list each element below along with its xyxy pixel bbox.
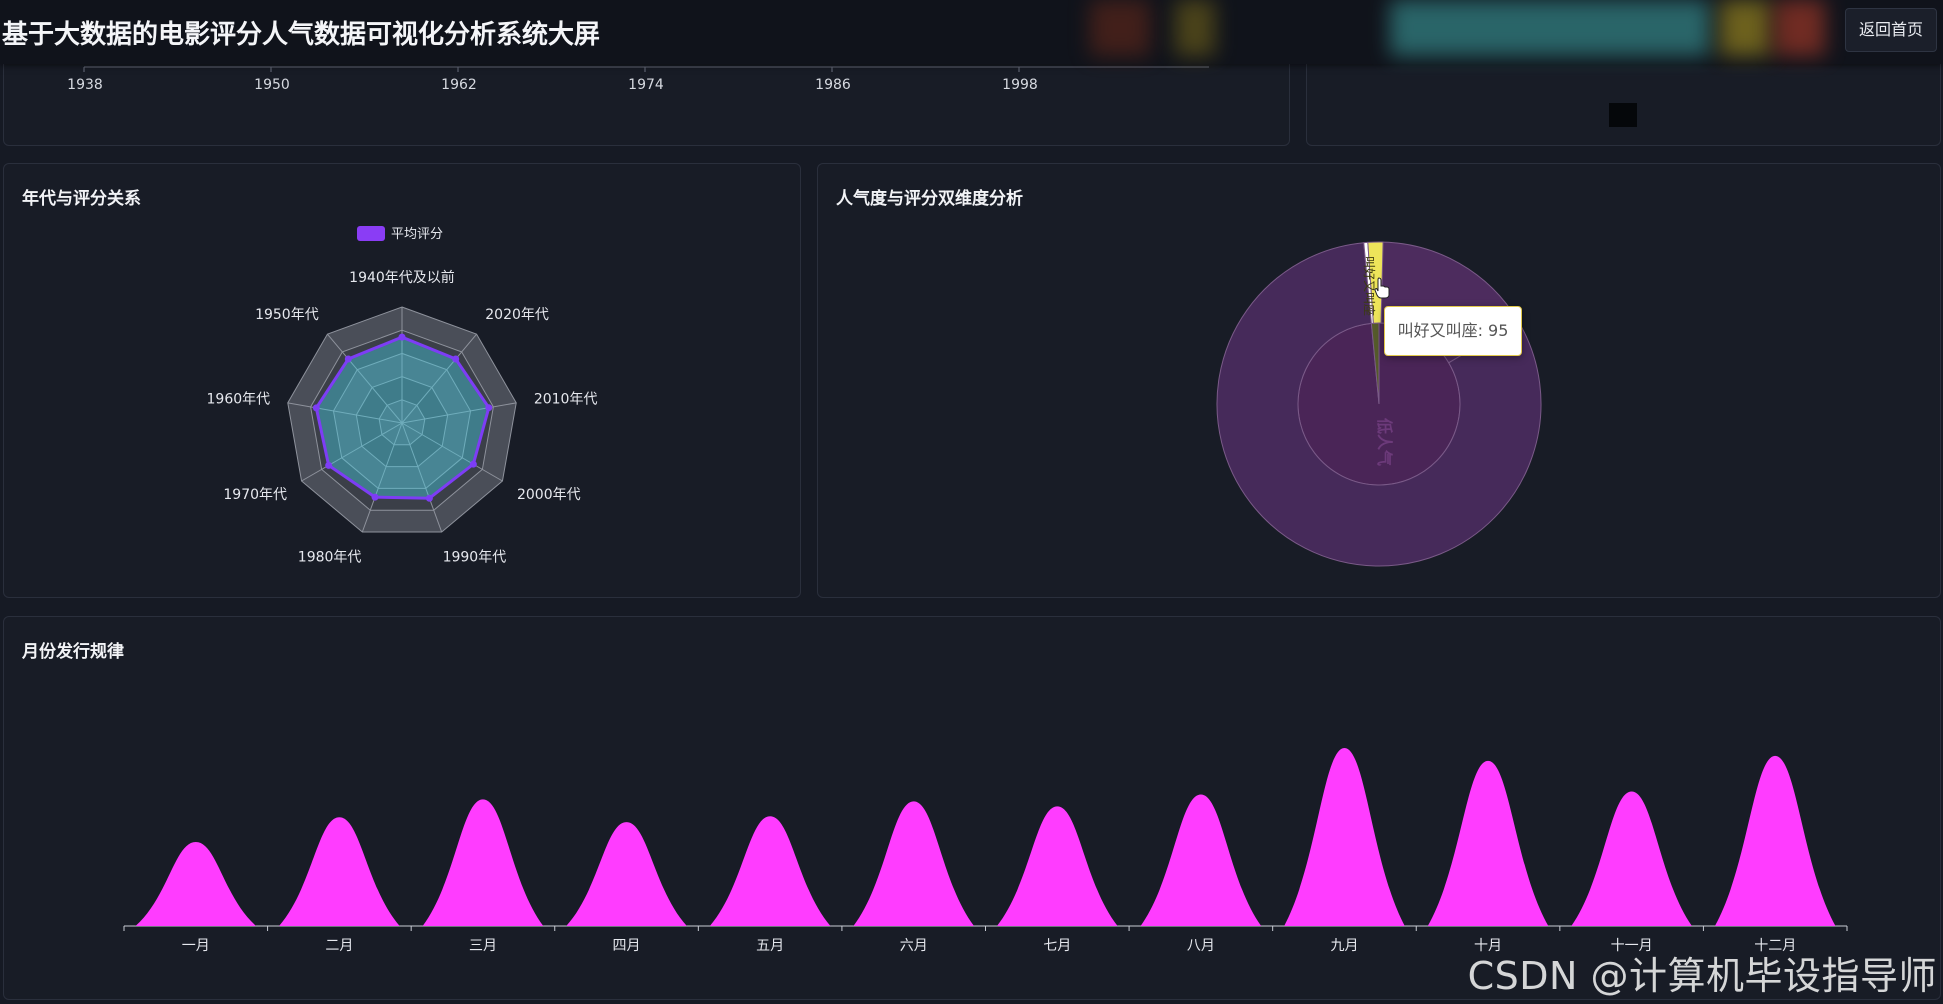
timeline-tick-label: 1974 [628, 77, 664, 93]
timeline-tick-label: 1986 [815, 77, 851, 93]
monthly-layer: 一月 二月 三月 四月 五月 六月 七月 八月 九月 十月 十一月 十二月 [123, 748, 1848, 954]
radar-point[interactable] [325, 461, 333, 469]
timeline-tick-label: 1962 [441, 77, 477, 93]
sunburst-chart: 低人气叫好又叫座 [1216, 241, 1542, 567]
radar-indicator-label: 2000年代 [517, 487, 581, 503]
radar-point[interactable] [398, 333, 406, 341]
radar-legend-label: 平均评分 [391, 227, 443, 242]
month-label: 六月 [900, 938, 928, 954]
top-header: 基于大数据的电影评分人气数据可视化分析系统大屏 返回首页 [0, 0, 1943, 64]
header-blur-decoration [1390, 0, 1710, 56]
hand-pointer-icon [1374, 277, 1390, 299]
monthly-area-chart: 一月 二月 三月 四月 五月 六月 七月 八月 九月 十月 十一月 十二月 [123, 748, 1848, 954]
radar-indicator-label: 1960年代 [207, 391, 271, 407]
radar-indicator-label: 1990年代 [443, 549, 507, 565]
radar-point[interactable] [452, 355, 460, 363]
header-blur-decoration [1720, 0, 1770, 56]
monthly-release-panel: 月份发行规律 一月 二月 三月 四月 五月 六月 七月 八月 九月 十月 十一月 十二月 [3, 616, 1941, 1000]
month-label: 三月 [469, 938, 497, 954]
month-peak[interactable] [853, 801, 975, 926]
radar-indicator-label: 1980年代 [298, 549, 362, 565]
header-blur-decoration [1090, 0, 1150, 56]
radar-layer: 1940年代及以前 2020年代 2010年代 2000年代 1990年代 1980年代 1… [207, 269, 598, 565]
back-home-button[interactable]: 返回首页 [1845, 8, 1937, 52]
timeline-tick-label: 1938 [67, 77, 103, 93]
month-peak[interactable] [1427, 760, 1549, 926]
popularity-rating-panel: 人气度与评分双维度分析 低人气 叫好又叫座 [817, 163, 1941, 598]
decade-rating-panel: 年代与评分关系 平均评分 1940年代及以前 2020年代 2010年代 2000年代… [3, 163, 801, 598]
radar-point[interactable] [469, 460, 477, 468]
csdn-watermark: CSDN @计算机毕设指导师 [1467, 954, 1937, 998]
month-peak[interactable] [135, 841, 257, 926]
month-peak[interactable] [422, 799, 544, 926]
radar-legend-swatch[interactable] [357, 226, 385, 241]
radar-indicator-label: 2020年代 [485, 307, 549, 323]
page-title: 基于大数据的电影评分人气数据可视化分析系统大屏 [2, 20, 601, 50]
month-label: 七月 [1043, 938, 1071, 954]
month-label: 一月 [182, 938, 210, 954]
month-label: 五月 [756, 938, 784, 954]
month-peak[interactable] [1284, 748, 1405, 926]
month-peak[interactable] [1571, 791, 1692, 926]
month-peak[interactable] [1140, 794, 1262, 926]
radar-point[interactable] [312, 404, 320, 412]
radar-indicator-label: 1970年代 [223, 487, 287, 503]
legend-swatch [1609, 103, 1637, 127]
month-label: 二月 [325, 938, 353, 954]
month-peak[interactable] [709, 816, 831, 926]
month-peak[interactable] [996, 806, 1118, 926]
month-peak[interactable] [1714, 755, 1836, 926]
chart-tooltip: 叫好又叫座: 95 [1384, 306, 1522, 356]
sunburst-inner-label: 低人气 [1375, 417, 1394, 466]
month-peak[interactable] [279, 817, 400, 926]
radar-point[interactable] [344, 355, 352, 363]
header-blur-decoration [1175, 0, 1215, 56]
radar-indicator-label: 1940年代及以前 [349, 269, 455, 286]
header-blur-decoration [1775, 0, 1825, 56]
month-label: 九月 [1330, 938, 1358, 954]
radar-point[interactable] [485, 404, 493, 412]
radar-point[interactable] [371, 493, 379, 501]
radar-point[interactable] [425, 494, 433, 502]
month-peak[interactable] [566, 822, 687, 926]
radar-indicator-label: 1950年代 [255, 307, 319, 323]
month-label: 四月 [613, 938, 641, 954]
radar-chart: 平均评分 1940年代及以前2020年代2010年代2000年代1990年代19… [207, 226, 598, 565]
month-label: 八月 [1187, 938, 1215, 954]
timeline-tick-label: 1950 [254, 77, 290, 93]
radar-indicator-label: 2010年代 [534, 391, 598, 407]
timeline-tick-label: 1998 [1002, 77, 1038, 93]
